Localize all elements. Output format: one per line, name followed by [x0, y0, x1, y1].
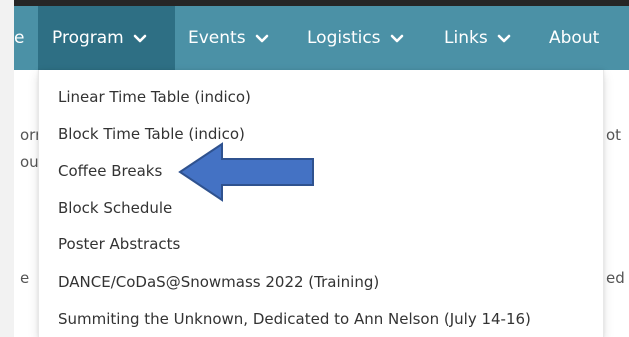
- nav-item-links[interactable]: Links: [444, 6, 511, 70]
- nav-item-about[interactable]: About: [549, 6, 599, 70]
- chevron-down-icon: [133, 34, 147, 42]
- nav-item-label: Links: [444, 28, 488, 48]
- nav-item-label: e: [14, 28, 25, 48]
- chevron-down-icon: [390, 34, 403, 42]
- nav-item-label: About: [549, 28, 600, 48]
- nav-item-events[interactable]: Events: [188, 6, 269, 70]
- dropdown-item-block-schedule[interactable]: Block Schedule: [58, 197, 172, 219]
- main-navbar: e Program Events Logistics Links About: [14, 0, 629, 70]
- program-dropdown-menu: Linear Time Table (indico) Block Time Ta…: [38, 70, 604, 337]
- nav-item-program[interactable]: Program: [38, 6, 175, 70]
- dropdown-item-dance-codas[interactable]: DANCE/CoDaS@Snowmass 2022 (Training): [58, 271, 379, 293]
- left-margin: [0, 0, 14, 337]
- page: orr ous e ot ed e Program Events Logisti…: [0, 0, 629, 337]
- nav-item-label: Logistics: [307, 28, 381, 48]
- chevron-down-icon: [497, 34, 510, 42]
- nav-item-partial[interactable]: e: [14, 6, 38, 70]
- nav-item-label: Program: [52, 28, 124, 48]
- left-arrow-annotation-icon: [178, 142, 314, 202]
- dropdown-item-coffee-breaks[interactable]: Coffee Breaks: [58, 160, 162, 182]
- background-text-fragment: ot: [606, 126, 622, 144]
- chevron-down-icon: [255, 34, 268, 42]
- dropdown-item-poster-abstracts[interactable]: Poster Abstracts: [58, 233, 180, 255]
- dropdown-item-summiting-the-unknown[interactable]: Summiting the Unknown, Dedicated to Ann …: [58, 308, 531, 330]
- background-text-fragment: ed: [606, 269, 625, 287]
- nav-item-label: Events: [188, 28, 246, 48]
- dropdown-item-linear-time-table[interactable]: Linear Time Table (indico): [58, 86, 251, 108]
- background-text-fragment: e: [20, 269, 30, 287]
- nav-item-logistics[interactable]: Logistics: [307, 6, 404, 70]
